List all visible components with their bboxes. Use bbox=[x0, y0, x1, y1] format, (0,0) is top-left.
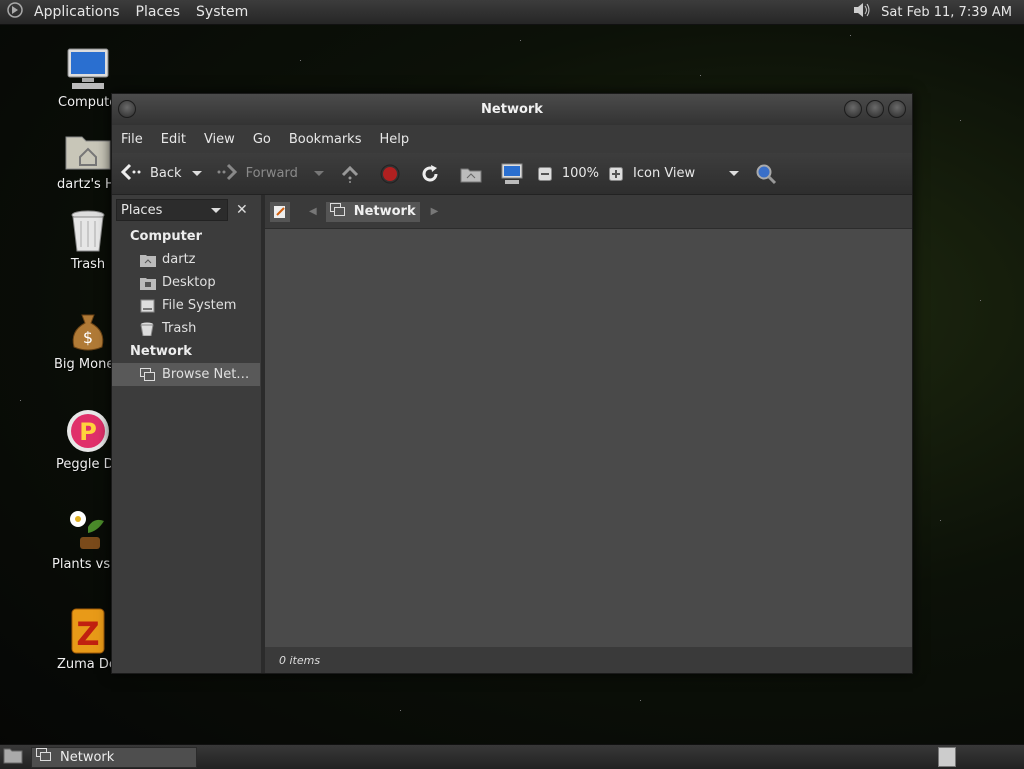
drive-icon bbox=[140, 299, 156, 313]
chevron-down-icon bbox=[211, 207, 221, 213]
sidebar-heading-network: Network bbox=[130, 344, 192, 359]
home-icon bbox=[140, 253, 156, 267]
back-button[interactable]: Back bbox=[120, 163, 182, 185]
places-combo-label: Places bbox=[121, 202, 163, 218]
window-title: Network bbox=[481, 102, 543, 117]
toolbar: Back Forward 100% Icon View bbox=[112, 153, 912, 195]
back-arrow-icon bbox=[120, 163, 142, 185]
sidebar-item-browse-network[interactable]: Browse Net… bbox=[112, 363, 260, 386]
trash-icon bbox=[64, 207, 112, 255]
volume-icon[interactable] bbox=[851, 0, 873, 24]
computer-icon bbox=[64, 45, 112, 93]
sidebar-item-label: Desktop bbox=[162, 275, 216, 290]
system-menu[interactable]: System bbox=[188, 4, 256, 20]
trash-icon bbox=[140, 322, 156, 336]
show-desktop-icon[interactable] bbox=[3, 746, 23, 768]
sidebar-item-file-system[interactable]: File System bbox=[112, 294, 261, 317]
close-button[interactable] bbox=[888, 100, 906, 118]
svg-text:$: $ bbox=[83, 328, 93, 347]
taskbar-button-network[interactable]: Network bbox=[31, 746, 197, 768]
window-titlebar[interactable]: Network bbox=[112, 94, 912, 125]
up-icon[interactable] bbox=[340, 165, 360, 183]
svg-text:Z: Z bbox=[76, 615, 99, 653]
money-bag-icon: $ bbox=[64, 307, 112, 355]
sidebar-item-dartz[interactable]: dartz bbox=[112, 248, 261, 271]
workspace-switcher[interactable] bbox=[938, 747, 956, 767]
file-view-area[interactable] bbox=[265, 229, 912, 647]
menu-view[interactable]: View bbox=[195, 132, 244, 147]
zuma-icon: Z bbox=[64, 607, 112, 655]
sidebar-item-label: Trash bbox=[162, 321, 197, 336]
desktop-icon-label: Computer bbox=[58, 95, 118, 110]
sidebar-item-label: File System bbox=[162, 298, 237, 313]
sidebar-item-label: Browse Net… bbox=[162, 367, 250, 382]
stop-icon[interactable] bbox=[380, 164, 400, 184]
minimize-button[interactable] bbox=[844, 100, 862, 118]
item-count: 0 items bbox=[279, 653, 321, 667]
zoom-level[interactable]: 100% bbox=[562, 166, 599, 181]
menu-help[interactable]: Help bbox=[370, 132, 418, 147]
sidebar: Places ✕ Computer dartz Desktop File Sys… bbox=[112, 195, 265, 673]
bottom-panel: Network bbox=[0, 744, 1024, 769]
home-folder-icon bbox=[64, 127, 112, 175]
view-mode-dropdown[interactable] bbox=[729, 171, 740, 176]
path-left-arrow-icon[interactable]: ◀ bbox=[309, 206, 317, 217]
sidebar-item-trash[interactable]: Trash bbox=[112, 317, 261, 340]
menu-go[interactable]: Go bbox=[244, 132, 280, 147]
file-manager-window: Network File Edit View Go Bookmarks Help… bbox=[111, 93, 913, 674]
places-combo[interactable]: Places bbox=[116, 199, 228, 221]
status-bar: 0 items bbox=[265, 647, 912, 673]
menu-bookmarks[interactable]: Bookmarks bbox=[280, 132, 371, 147]
gnome-logo-icon[interactable] bbox=[6, 1, 24, 23]
path-right-arrow-icon[interactable]: ▶ bbox=[431, 206, 439, 217]
sidebar-heading-computer: Computer bbox=[130, 229, 203, 244]
maximize-button[interactable] bbox=[866, 100, 884, 118]
network-icon bbox=[36, 748, 52, 766]
desktop-icon-label: dartz's Home bbox=[57, 177, 119, 192]
network-icon bbox=[140, 367, 156, 382]
breadcrumb-network[interactable]: Network bbox=[324, 200, 421, 223]
path-bar: ◀ Network ▶ bbox=[265, 195, 912, 229]
forward-button[interactable]: Forward bbox=[216, 163, 298, 185]
desktop-icon bbox=[140, 276, 156, 290]
back-label: Back bbox=[150, 166, 182, 181]
view-mode-select[interactable]: Icon View bbox=[633, 166, 723, 181]
home-icon[interactable] bbox=[460, 165, 482, 183]
svg-text:P: P bbox=[79, 418, 97, 446]
close-sidebar-icon[interactable]: ✕ bbox=[236, 202, 248, 218]
back-history-dropdown[interactable] bbox=[191, 171, 202, 176]
plants-icon bbox=[64, 507, 112, 555]
search-icon[interactable] bbox=[755, 163, 777, 185]
menubar: File Edit View Go Bookmarks Help bbox=[112, 125, 912, 153]
network-icon bbox=[329, 202, 346, 221]
computer-icon[interactable] bbox=[500, 163, 524, 185]
window-menu-button[interactable] bbox=[118, 100, 136, 118]
forward-arrow-icon bbox=[216, 163, 238, 185]
sidebar-item-desktop[interactable]: Desktop bbox=[112, 271, 261, 294]
places-menu[interactable]: Places bbox=[128, 4, 189, 20]
menu-file[interactable]: File bbox=[112, 132, 152, 147]
desktop-icon-label: Zuma Deluxe bbox=[57, 657, 119, 672]
sidebar-item-label: dartz bbox=[162, 252, 196, 267]
zoom-in-icon[interactable] bbox=[609, 166, 624, 181]
menu-edit[interactable]: Edit bbox=[152, 132, 195, 147]
reload-icon[interactable] bbox=[420, 164, 440, 184]
edit-location-icon[interactable] bbox=[269, 200, 291, 223]
zoom-out-icon[interactable] bbox=[537, 166, 552, 181]
peggle-icon: P bbox=[64, 407, 112, 455]
breadcrumb-label: Network bbox=[353, 204, 416, 219]
applications-menu[interactable]: Applications bbox=[26, 4, 128, 20]
top-panel: Applications Places System Sat Feb 11, 7… bbox=[0, 0, 1024, 25]
clock[interactable]: Sat Feb 11, 7:39 AM bbox=[881, 5, 1012, 20]
forward-history-dropdown[interactable] bbox=[313, 171, 324, 176]
forward-label: Forward bbox=[245, 166, 298, 181]
taskbar-label: Network bbox=[60, 749, 115, 765]
sidebar-header: Places ✕ bbox=[112, 195, 261, 225]
